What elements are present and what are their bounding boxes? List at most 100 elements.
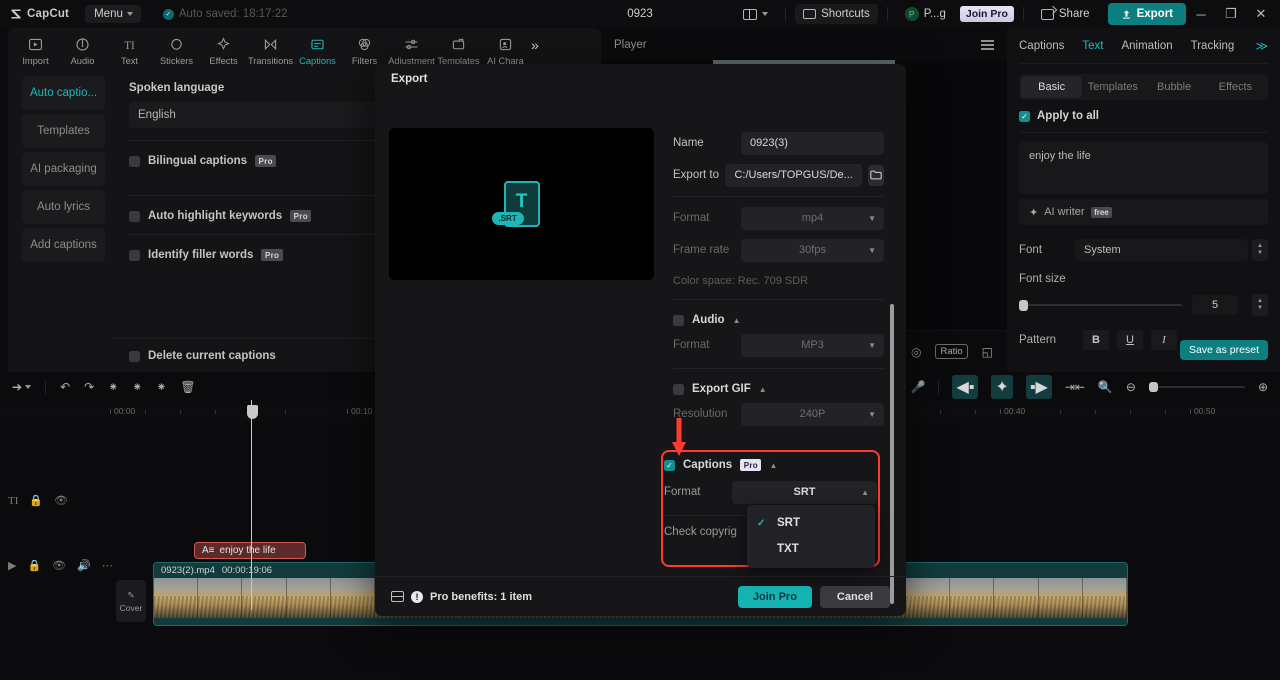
close-button[interactable]: ✕ bbox=[1246, 0, 1276, 28]
gif-resolution-select[interactable]: 240P ▼ bbox=[741, 402, 884, 426]
eye-icon[interactable]: 👁 bbox=[54, 494, 68, 507]
zoom-out-icon[interactable]: ⊖ bbox=[1126, 380, 1136, 394]
ribbon-more-button[interactable]: » bbox=[531, 37, 539, 61]
eye-icon[interactable]: 👁 bbox=[52, 559, 66, 572]
captions-section-header[interactable]: ✓ Captions Pro ▲ bbox=[664, 453, 877, 471]
segment-bubble[interactable]: Bubble bbox=[1144, 76, 1205, 98]
chevron-up-icon[interactable]: ▲ bbox=[759, 385, 767, 394]
tab-captions[interactable]: Captions bbox=[1019, 40, 1064, 52]
cancel-button[interactable]: Cancel bbox=[819, 585, 890, 608]
trim-left-icon[interactable]: ⁕ bbox=[132, 380, 142, 394]
font-size-value[interactable]: 5 bbox=[1192, 295, 1238, 315]
audio-format-select[interactable]: MP3 ▼ bbox=[741, 333, 884, 357]
captions-format-select[interactable]: SRT ▲ bbox=[732, 480, 877, 504]
chevron-up-icon[interactable]: ▲ bbox=[733, 316, 741, 325]
sidebar-item-auto-captions[interactable]: Auto captio... bbox=[22, 76, 105, 110]
chevron-up-icon[interactable]: ▲ bbox=[769, 461, 777, 470]
menu-button[interactable]: Menu bbox=[85, 5, 141, 23]
sidebar-item-ai-packaging[interactable]: AI packaging bbox=[22, 152, 105, 186]
dropdown-option-srt[interactable]: ✓ SRT bbox=[747, 510, 875, 536]
tabs-more-icon[interactable]: ≫ bbox=[1255, 39, 1268, 53]
ribbon-tool-captions[interactable]: Captions bbox=[294, 32, 341, 66]
segment-templates[interactable]: Templates bbox=[1082, 76, 1143, 98]
sidebar-item-templates[interactable]: Templates bbox=[22, 114, 105, 148]
lock-icon[interactable]: 🔒 bbox=[29, 494, 43, 507]
keyframe-next-icon[interactable]: ▪▶ bbox=[1025, 375, 1052, 399]
checkbox-unchecked-icon[interactable] bbox=[129, 350, 140, 362]
undo-icon[interactable]: ↶ bbox=[60, 380, 70, 394]
segment-basic[interactable]: Basic bbox=[1021, 76, 1083, 98]
tab-animation[interactable]: Animation bbox=[1121, 40, 1172, 52]
checkbox-unchecked-icon[interactable] bbox=[129, 210, 140, 222]
ratio-button[interactable]: Ratio bbox=[935, 344, 968, 359]
preview-axis-icon[interactable]: 🔍 bbox=[1098, 380, 1113, 394]
zoom-in-icon[interactable]: ⊕ bbox=[1258, 380, 1268, 394]
checkbox-unchecked-icon[interactable] bbox=[129, 155, 140, 167]
more-options-icon[interactable]: ⋯ bbox=[102, 559, 113, 572]
ribbon-tool-text[interactable]: TI Text bbox=[106, 32, 153, 66]
player-menu-icon[interactable] bbox=[981, 40, 994, 50]
layout-switcher[interactable] bbox=[735, 5, 776, 24]
caption-text-input[interactable]: enjoy the life bbox=[1019, 142, 1268, 194]
timeline-text-clip[interactable]: A≡ enjoy the life bbox=[194, 542, 306, 559]
join-pro-button[interactable]: Join Pro bbox=[737, 585, 812, 608]
slider-handle[interactable] bbox=[1019, 300, 1028, 311]
split-icon[interactable]: ⁕ bbox=[108, 380, 118, 394]
checkbox-unchecked-icon[interactable] bbox=[673, 314, 684, 326]
redo-icon[interactable]: ↷ bbox=[84, 380, 94, 394]
underline-button[interactable]: U bbox=[1117, 330, 1143, 350]
segment-effects[interactable]: Effects bbox=[1205, 76, 1266, 98]
frame-rate-select[interactable]: 30fps ▼ bbox=[741, 238, 884, 262]
join-pro-chip[interactable]: Join Pro bbox=[959, 6, 1014, 22]
mirror-icon[interactable]: ⇥⇤ bbox=[1065, 380, 1085, 394]
audio-section-header[interactable]: Audio ▲ bbox=[673, 314, 884, 326]
slider-handle[interactable] bbox=[1148, 382, 1158, 392]
select-tool-icon[interactable]: ➔ bbox=[12, 380, 32, 394]
tab-tracking[interactable]: Tracking bbox=[1191, 40, 1235, 52]
ribbon-tool-audio[interactable]: Audio bbox=[59, 32, 106, 66]
minimize-button[interactable]: ─ bbox=[1186, 0, 1216, 28]
dialog-scrollbar[interactable] bbox=[890, 304, 894, 604]
ribbon-tool-stickers[interactable]: Stickers bbox=[153, 32, 200, 66]
gif-section-header[interactable]: Export GIF ▲ bbox=[673, 383, 884, 395]
record-voiceover-icon[interactable]: 🎤 bbox=[910, 380, 925, 394]
name-input[interactable]: 0923(3) bbox=[741, 131, 884, 155]
trim-right-icon[interactable]: ⁕ bbox=[156, 380, 166, 394]
ribbon-tool-effects[interactable]: Effects bbox=[200, 32, 247, 66]
font-size-slider[interactable] bbox=[1019, 300, 1182, 311]
ribbon-tool-ai-character[interactable]: AI Chara bbox=[482, 32, 529, 66]
sidebar-item-auto-lyrics[interactable]: Auto lyrics bbox=[22, 190, 105, 224]
export-to-input[interactable]: C:/Users/TOPGUS/De... bbox=[725, 163, 862, 187]
lock-icon[interactable]: 🔒 bbox=[27, 559, 41, 572]
checkbox-unchecked-icon[interactable] bbox=[673, 383, 684, 395]
playhead-handle[interactable] bbox=[247, 405, 258, 419]
checkbox-checked-icon[interactable]: ✓ bbox=[664, 459, 675, 471]
format-select[interactable]: mp4 ▼ bbox=[741, 206, 884, 230]
bold-button[interactable]: B bbox=[1083, 330, 1109, 350]
tab-text[interactable]: Text bbox=[1082, 40, 1103, 52]
sidebar-item-add-captions[interactable]: Add captions bbox=[22, 228, 105, 262]
share-button[interactable]: Share bbox=[1033, 4, 1098, 24]
keyframe-add-icon[interactable]: ✦ bbox=[991, 375, 1013, 399]
maximize-button[interactable]: ❐ bbox=[1216, 0, 1246, 28]
dropdown-option-txt[interactable]: TXT bbox=[747, 536, 875, 562]
ai-writer-button[interactable]: ✦ AI writer free bbox=[1019, 199, 1268, 225]
checkbox-unchecked-icon[interactable] bbox=[129, 249, 140, 261]
checkbox-checked-icon[interactable]: ✓ bbox=[1019, 110, 1030, 122]
timeline-zoom-slider[interactable] bbox=[1148, 382, 1245, 392]
info-icon[interactable]: ! bbox=[411, 590, 423, 603]
apply-to-all-row[interactable]: ✓ Apply to all bbox=[1019, 110, 1268, 122]
delete-icon[interactable]: 🗑 bbox=[180, 380, 195, 394]
italic-button[interactable]: I bbox=[1151, 330, 1177, 350]
font-stepper[interactable]: ▲ ▼ bbox=[1252, 239, 1268, 261]
cover-button[interactable]: ✎ Cover bbox=[116, 580, 146, 622]
ribbon-tool-transitions[interactable]: Transitions bbox=[247, 32, 294, 66]
ribbon-tool-filters[interactable]: Filters bbox=[341, 32, 388, 66]
font-size-stepper[interactable]: ▲ ▼ bbox=[1252, 294, 1268, 316]
folder-icon[interactable] bbox=[867, 164, 884, 186]
ribbon-tool-adjustment[interactable]: Adjustment bbox=[388, 32, 435, 66]
export-button[interactable]: Export bbox=[1107, 3, 1186, 25]
ribbon-tool-import[interactable]: Import bbox=[12, 32, 59, 66]
fullscreen-icon[interactable]: ◱ bbox=[982, 345, 993, 359]
keyframe-prev-icon[interactable]: ◀▪ bbox=[952, 375, 979, 399]
